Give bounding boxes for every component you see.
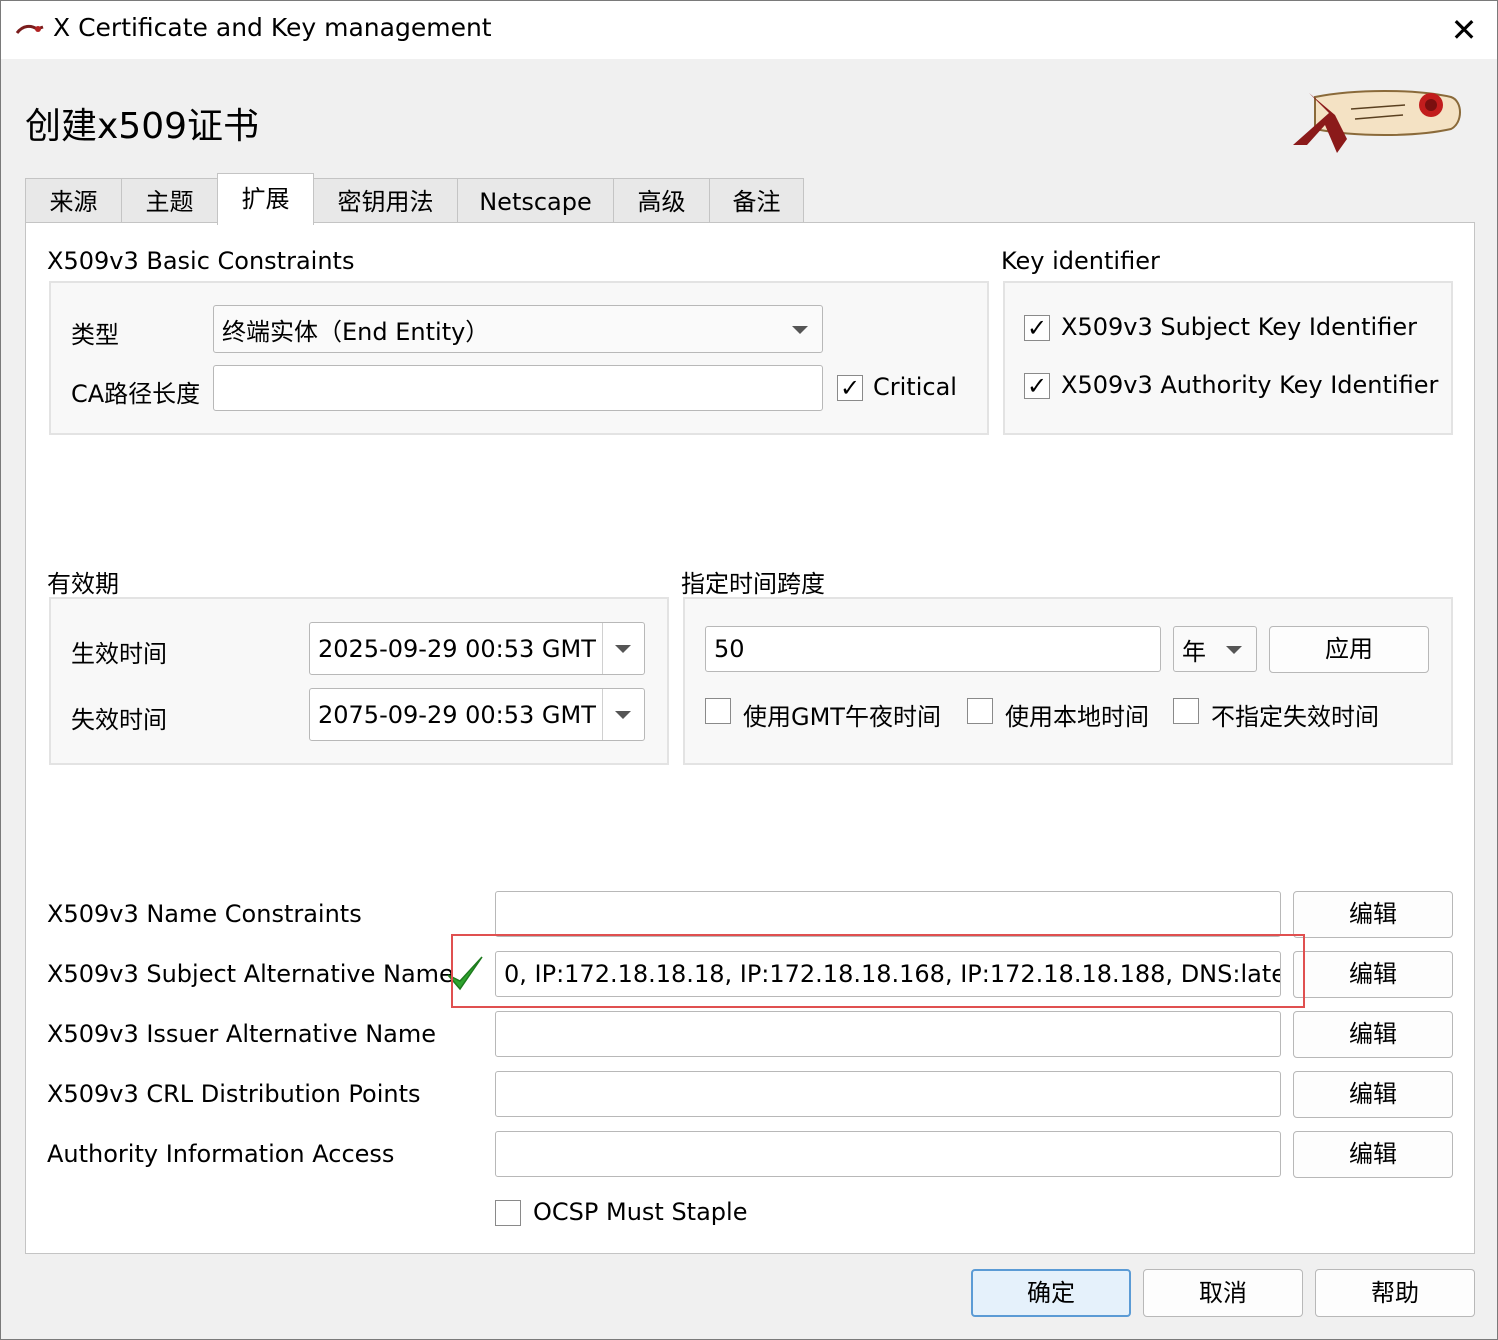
tab-advanced[interactable]: 高级	[613, 178, 710, 222]
name-constraints-label: X509v3 Name Constraints	[47, 900, 362, 928]
time-range-unit-value: 年	[1182, 637, 1206, 666]
scroll-logo-icon	[1293, 90, 1461, 153]
crl-distribution-label: X509v3 CRL Distribution Points	[47, 1080, 421, 1108]
name-constraints-edit-button[interactable]: 编辑	[1293, 891, 1453, 938]
subject-alt-name-edit-button[interactable]: 编辑	[1293, 951, 1453, 998]
tab-extensions[interactable]: 扩展	[217, 173, 314, 225]
issuer-alt-name-edit-button[interactable]: 编辑	[1293, 1011, 1453, 1058]
app-icon	[15, 24, 44, 34]
ocsp-must-staple-checkbox[interactable]	[495, 1200, 521, 1226]
authority-key-id-checkbox[interactable]: ✓	[1024, 373, 1050, 399]
time-range-group	[683, 597, 1453, 765]
not-after-value: 2075-09-29 00:53 GMT	[318, 700, 596, 729]
time-range-unit-select[interactable]: 年	[1173, 626, 1257, 672]
tab-key-usage[interactable]: 密钥用法	[313, 178, 458, 222]
apply-button[interactable]: 应用	[1269, 626, 1429, 673]
chevron-down-icon	[615, 645, 631, 653]
authority-key-id-label: X509v3 Authority Key Identifier	[1061, 371, 1439, 399]
title-bar: X Certificate and Key management ✕	[1, 1, 1497, 59]
subject-alt-name-input[interactable]: 0, IP:172.18.18.18, IP:172.18.18.168, IP…	[495, 951, 1281, 997]
dialog-window: X Certificate and Key management ✕ 创建x50…	[0, 0, 1498, 1340]
subject-key-id-checkbox[interactable]: ✓	[1024, 315, 1050, 341]
basic-constraints-title: X509v3 Basic Constraints	[47, 247, 355, 275]
local-time-checkbox[interactable]	[967, 698, 993, 724]
crl-distribution-input[interactable]	[495, 1071, 1281, 1117]
type-select[interactable]: 终端实体（End Entity）	[213, 305, 823, 353]
issuer-alt-name-label: X509v3 Issuer Alternative Name	[47, 1020, 437, 1048]
not-before-value: 2025-09-29 00:53 GMT	[318, 634, 596, 663]
authority-info-access-edit-button[interactable]: 编辑	[1293, 1131, 1453, 1178]
authority-info-access-input[interactable]	[495, 1131, 1281, 1177]
dropdown-separator	[602, 689, 603, 740]
dropdown-separator	[602, 623, 603, 674]
no-expiry-label: 不指定失效时间	[1211, 703, 1379, 731]
ca-path-input[interactable]	[213, 365, 823, 411]
close-button[interactable]: ✕	[1441, 9, 1487, 51]
ocsp-must-staple-label: OCSP Must Staple	[533, 1198, 748, 1226]
chevron-down-icon	[792, 326, 808, 334]
key-identifier-title: Key identifier	[1001, 247, 1160, 275]
page-title: 创建x509证书	[25, 106, 260, 147]
tab-comment[interactable]: 备注	[709, 178, 804, 222]
type-select-value: 终端实体（End Entity）	[222, 317, 490, 346]
ok-button[interactable]: 确定	[971, 1269, 1131, 1317]
type-label: 类型	[71, 321, 119, 349]
tab-netscape[interactable]: Netscape	[457, 178, 614, 222]
gmt-midnight-checkbox[interactable]	[705, 698, 731, 724]
help-button[interactable]: 帮助	[1315, 1269, 1475, 1317]
time-range-amount-input[interactable]: 50	[705, 626, 1161, 672]
chevron-down-icon	[615, 711, 631, 719]
key-identifier-group	[1003, 281, 1453, 435]
issuer-alt-name-input[interactable]	[495, 1011, 1281, 1057]
no-expiry-checkbox[interactable]	[1173, 698, 1199, 724]
subject-alt-name-label: X509v3 Subject Alternative Name	[47, 960, 454, 988]
time-range-title: 指定时间跨度	[681, 570, 825, 598]
not-before-datetime[interactable]: 2025-09-29 00:53 GMT	[309, 622, 645, 675]
authority-info-access-label: Authority Information Access	[47, 1140, 395, 1168]
valid-check-icon	[447, 956, 483, 991]
not-before-label: 生效时间	[71, 640, 167, 668]
crl-distribution-edit-button[interactable]: 编辑	[1293, 1071, 1453, 1118]
tab-subject[interactable]: 主题	[121, 178, 218, 222]
subject-key-id-label: X509v3 Subject Key Identifier	[1061, 313, 1417, 341]
gmt-midnight-label: 使用GMT午夜时间	[743, 703, 941, 731]
not-after-datetime[interactable]: 2075-09-29 00:53 GMT	[309, 688, 645, 741]
ca-path-label: CA路径长度	[71, 380, 201, 408]
not-after-label: 失效时间	[71, 706, 167, 734]
tab-source[interactable]: 来源	[25, 178, 122, 222]
critical-label: Critical	[873, 373, 957, 401]
chevron-down-icon	[1226, 646, 1242, 654]
name-constraints-input[interactable]	[495, 891, 1281, 937]
local-time-label: 使用本地时间	[1005, 703, 1149, 731]
validity-title: 有效期	[47, 570, 119, 598]
cancel-button[interactable]: 取消	[1143, 1269, 1303, 1317]
window-title: X Certificate and Key management	[53, 13, 492, 42]
critical-checkbox[interactable]: ✓	[837, 375, 863, 401]
